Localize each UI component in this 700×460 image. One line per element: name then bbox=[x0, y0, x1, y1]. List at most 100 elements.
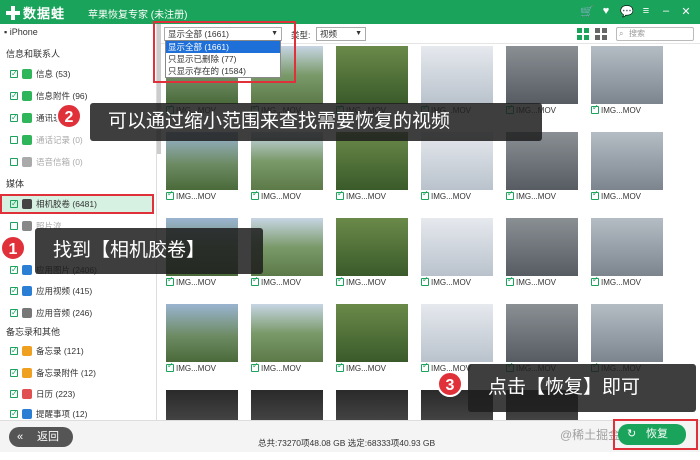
checkbox[interactable] bbox=[10, 406, 18, 420]
thumbnail[interactable]: IMG...MOV bbox=[251, 304, 323, 374]
thumbnail[interactable]: IMG...MOV bbox=[421, 218, 493, 288]
thumbnail[interactable]: IMG...MOV bbox=[506, 132, 578, 202]
video-icon bbox=[22, 286, 32, 296]
thumbnail-caption: IMG...MOV bbox=[591, 102, 663, 116]
thumbnail[interactable]: IMG...MOV bbox=[591, 132, 663, 202]
thumbnail-caption: IMG...MOV bbox=[421, 188, 493, 202]
section-messages-contacts[interactable]: 信息和联系人 bbox=[6, 47, 60, 60]
checkbox[interactable] bbox=[421, 360, 429, 372]
sidebar-item-calendar[interactable]: 日历 (223) bbox=[10, 386, 150, 402]
type-select[interactable]: 视频 ▼ bbox=[316, 27, 366, 41]
checkbox[interactable] bbox=[10, 196, 18, 212]
type-select-value: 视频 bbox=[320, 29, 338, 39]
checkbox[interactable] bbox=[10, 262, 18, 278]
minimize-icon[interactable]: – bbox=[660, 5, 672, 18]
thumbnail[interactable]: IMG...MOV bbox=[421, 132, 493, 202]
search-input[interactable]: ⌕ 搜索 bbox=[616, 27, 694, 41]
thumbnail[interactable]: IMG...MOV bbox=[166, 132, 238, 202]
back-button-label: 返回 bbox=[37, 431, 59, 443]
grid-view-icon[interactable] bbox=[577, 28, 589, 40]
checkbox[interactable] bbox=[506, 188, 514, 200]
checkbox[interactable] bbox=[421, 188, 429, 200]
checkbox[interactable] bbox=[336, 360, 344, 372]
thumbnail[interactable]: IMG...MOV bbox=[591, 46, 663, 116]
section-media[interactable]: 媒体 bbox=[6, 177, 24, 190]
checkbox[interactable] bbox=[10, 136, 18, 144]
checkbox[interactable] bbox=[10, 110, 18, 126]
checkbox[interactable] bbox=[10, 365, 18, 381]
view-toggle bbox=[577, 28, 607, 40]
checkbox[interactable] bbox=[10, 66, 18, 82]
checkbox[interactable] bbox=[10, 343, 18, 359]
video-thumbnail-image bbox=[421, 304, 493, 362]
checkbox[interactable] bbox=[591, 274, 599, 286]
sidebar-item-label: 日历 (223) bbox=[36, 389, 76, 399]
cart-icon[interactable]: 🛒 bbox=[580, 5, 594, 18]
sidebar-item-reminders[interactable]: 提醒事项 (12) bbox=[10, 406, 150, 420]
app-logo: 数据蛙 bbox=[6, 3, 65, 22]
attachment-icon bbox=[22, 91, 32, 101]
photo-stream-icon bbox=[22, 221, 32, 231]
close-icon[interactable]: ✕ bbox=[680, 5, 692, 18]
sidebar-item-message-attachments[interactable]: 信息附件 (96) bbox=[10, 88, 150, 104]
dropdown-highlight-frame bbox=[153, 21, 296, 83]
music-note-icon bbox=[22, 308, 32, 318]
menu-icon[interactable]: ≡ bbox=[640, 5, 652, 18]
thumbnail[interactable]: IMG...MOV bbox=[336, 218, 408, 288]
search-icon: ⌕ bbox=[619, 29, 624, 38]
attachment-icon bbox=[22, 368, 32, 378]
thumbnail-caption: IMG...MOV bbox=[166, 274, 238, 288]
checkbox[interactable] bbox=[251, 360, 259, 372]
sidebar-item-camera-roll[interactable]: 相机胶卷 (6481) bbox=[0, 194, 154, 214]
thumbnail-filename: IMG...MOV bbox=[346, 192, 386, 201]
thumbnail[interactable]: IMG...MOV bbox=[336, 132, 408, 202]
callout-2: 可以通过缩小范围来查找需要恢复的视频 bbox=[90, 103, 542, 141]
sidebar-item-app-videos[interactable]: 应用视频 (415) bbox=[10, 283, 150, 299]
list-view-icon[interactable] bbox=[595, 28, 607, 40]
thumbnail[interactable]: IMG...MOV bbox=[251, 132, 323, 202]
checkbox[interactable] bbox=[10, 158, 18, 166]
sidebar-item-note-attachments[interactable]: 备忘录附件 (12) bbox=[10, 365, 150, 381]
feedback-icon[interactable]: ♥ bbox=[600, 5, 612, 18]
checkbox[interactable] bbox=[166, 274, 174, 286]
checkbox[interactable] bbox=[251, 188, 259, 200]
video-thumbnail-image bbox=[251, 304, 323, 362]
checkbox[interactable] bbox=[336, 188, 344, 200]
sidebar-item-notes[interactable]: 备忘录 (121) bbox=[10, 343, 150, 359]
sidebar-item-voicemail[interactable]: 语音信箱 (0) bbox=[10, 154, 150, 170]
back-button[interactable]: « 返回 bbox=[9, 427, 73, 447]
sidebar-item-messages[interactable]: 信息 (53) bbox=[10, 66, 150, 82]
recover-highlight-frame bbox=[613, 419, 698, 450]
checkbox[interactable] bbox=[166, 360, 174, 372]
sidebar-item-label: 备忘录 (121) bbox=[36, 346, 84, 356]
thumbnail[interactable]: IMG...MOV bbox=[506, 218, 578, 288]
checkbox[interactable] bbox=[251, 274, 259, 286]
messages-icon bbox=[22, 69, 32, 79]
callout-number-1: 1 bbox=[0, 235, 26, 261]
thumbnail[interactable]: IMG...MOV bbox=[166, 304, 238, 374]
checkbox[interactable] bbox=[421, 274, 429, 286]
thumbnail[interactable]: IMG...MOV bbox=[591, 218, 663, 288]
checkbox[interactable] bbox=[166, 188, 174, 200]
checkbox[interactable] bbox=[10, 222, 18, 230]
device-item[interactable]: ▪ iPhone bbox=[4, 27, 38, 37]
voicemail-icon bbox=[22, 157, 32, 167]
thumbnail-caption: IMG...MOV bbox=[336, 188, 408, 202]
checkbox[interactable] bbox=[336, 274, 344, 286]
checkbox[interactable] bbox=[10, 88, 18, 104]
checkbox[interactable] bbox=[591, 102, 599, 114]
callout-number-2: 2 bbox=[56, 103, 82, 129]
callout-text: 找到【相机胶卷】 bbox=[53, 240, 206, 261]
chat-icon[interactable]: 💬 bbox=[620, 5, 634, 18]
checkbox[interactable] bbox=[10, 305, 18, 321]
sidebar-item-app-audio[interactable]: 应用音频 (246) bbox=[10, 305, 150, 321]
section-notes-other[interactable]: 备忘录和其他 bbox=[6, 325, 60, 338]
checkbox[interactable] bbox=[10, 283, 18, 299]
double-chevron-left-icon: « bbox=[17, 431, 24, 443]
checkbox[interactable] bbox=[591, 188, 599, 200]
thumbnail-caption: IMG...MOV bbox=[166, 188, 238, 202]
checkbox[interactable] bbox=[10, 386, 18, 402]
checkbox[interactable] bbox=[506, 274, 514, 286]
thumbnail-filename: IMG...MOV bbox=[431, 278, 471, 287]
thumbnail[interactable]: IMG...MOV bbox=[336, 304, 408, 374]
